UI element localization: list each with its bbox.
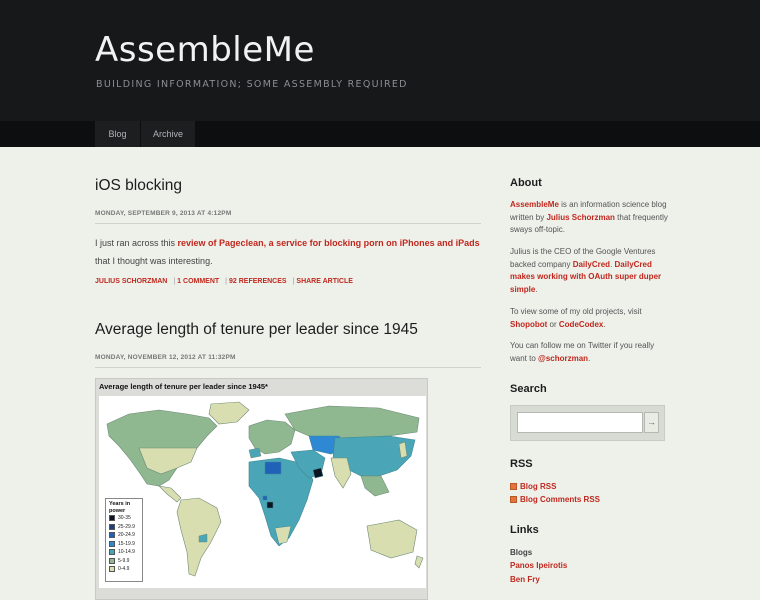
world-map-graphic bbox=[106, 401, 424, 577]
post-divider bbox=[95, 223, 481, 224]
about-text: . bbox=[603, 319, 606, 329]
about-text: . bbox=[588, 353, 591, 363]
meta-separator: | bbox=[225, 278, 227, 285]
links-subheading: Blogs bbox=[510, 548, 533, 557]
nav-item-archive[interactable]: Archive bbox=[140, 121, 195, 147]
legend-label: 0-4.9 bbox=[118, 566, 130, 573]
comments-rss-link[interactable]: Blog Comments RSS bbox=[510, 495, 600, 504]
about-paragraph: You can follow me on Twitter if you real… bbox=[510, 340, 670, 365]
legend-label: 10-14.9 bbox=[118, 549, 135, 556]
site-header: AssembleMe BUILDING INFORMATION; SOME AS… bbox=[0, 0, 760, 121]
legend-swatch bbox=[109, 515, 115, 522]
site-tagline: BUILDING INFORMATION; SOME ASSEMBLY REQU… bbox=[96, 79, 408, 90]
share-article-link[interactable]: SHARE ARTICLE bbox=[296, 278, 353, 285]
post-body-text: I just ran across this bbox=[95, 238, 178, 248]
rss-link-label: Blog RSS bbox=[520, 482, 557, 491]
map-oman bbox=[312, 467, 324, 479]
legend-label: 30-35 bbox=[118, 515, 131, 522]
twitter-link[interactable]: @schorzman bbox=[538, 354, 588, 363]
search-input[interactable] bbox=[517, 412, 643, 433]
nav-item-blog[interactable]: Blog bbox=[95, 121, 140, 147]
legend-item: 30-35 bbox=[109, 514, 139, 523]
legend-title: Years in power bbox=[109, 501, 131, 514]
sidebar-heading-search: Search bbox=[510, 383, 547, 395]
legend-swatch bbox=[109, 549, 115, 556]
legend-item: 5-9.9 bbox=[109, 557, 139, 566]
author-link[interactable]: Julius Schorzman bbox=[546, 213, 614, 222]
sidebar-heading-about: About bbox=[510, 177, 542, 189]
legend-item: 10-14.9 bbox=[109, 548, 139, 557]
link-ben-fry[interactable]: Ben Fry bbox=[510, 575, 540, 584]
legend-swatch bbox=[109, 540, 115, 547]
legend-item: 20-24.9 bbox=[109, 531, 139, 540]
map-australia bbox=[366, 519, 418, 559]
map-central-america bbox=[158, 485, 182, 503]
map-russia bbox=[284, 405, 420, 439]
link-panos-ipeirotis[interactable]: Panos Ipeirotis bbox=[510, 561, 567, 570]
about-paragraph: To view some of my old projects, visit S… bbox=[510, 306, 670, 331]
legend-swatch bbox=[109, 566, 115, 573]
post-references-link[interactable]: 92 REFERENCES bbox=[229, 278, 287, 285]
about-text: To view some of my old projects, visit bbox=[510, 307, 642, 316]
world-map: Years in power 30-35 25-29.9 20-24.9 15-19.… bbox=[99, 396, 426, 588]
legend-label: 25-29.9 bbox=[118, 523, 135, 530]
legend-swatch bbox=[109, 557, 115, 564]
post-comments-link[interactable]: 1 COMMENT bbox=[177, 278, 219, 285]
post-body-text: that I thought was interesting. bbox=[95, 256, 213, 266]
site-title[interactable]: AssembleMe bbox=[95, 30, 315, 70]
sidebar-heading-rss: RSS bbox=[510, 458, 533, 470]
blog-rss-link[interactable]: Blog RSS bbox=[510, 482, 556, 491]
post-date: MONDAY, NOVEMBER 12, 2012 AT 11:32PM bbox=[95, 354, 236, 361]
post-date: MONDAY, SEPTEMBER 9, 2013 AT 4:12PM bbox=[95, 210, 232, 217]
map-new-zealand bbox=[414, 555, 424, 569]
map-gabon bbox=[266, 501, 274, 509]
meta-separator: | bbox=[173, 278, 176, 285]
dailycred-link[interactable]: DailyCred bbox=[573, 260, 610, 269]
legend-rows: 30-35 25-29.9 20-24.9 15-19.9 10-14.9 5-9.9 0-… bbox=[109, 514, 139, 574]
about-text: . bbox=[535, 284, 538, 294]
rss-link-label: Blog Comments RSS bbox=[520, 495, 601, 504]
legend-item: 25-29.9 bbox=[109, 523, 139, 532]
main-nav: Blog Archive bbox=[0, 121, 760, 147]
map-india bbox=[330, 457, 352, 489]
post-body-link[interactable]: review of Pageclean, a service for block… bbox=[178, 238, 480, 248]
post-meta: JULIUS SCHORZMAN | 1 COMMENT | 92 REFERENCES… bbox=[95, 278, 353, 285]
legend-label: 20-24.9 bbox=[118, 532, 135, 539]
map-legend: Years in power 30-35 25-29.9 20-24.9 15-19.… bbox=[105, 498, 143, 582]
legend-item: 15-19.9 bbox=[109, 540, 139, 549]
meta-separator: | bbox=[292, 278, 295, 285]
main-content: iOS blocking MONDAY, SEPTEMBER 9, 2013 A… bbox=[95, 147, 481, 600]
post-body: I just ran across this review of Pagecle… bbox=[95, 234, 481, 270]
map-greenland bbox=[208, 401, 250, 425]
legend-item: 0-4.9 bbox=[109, 565, 139, 574]
about-paragraph: AssembleMe is an information science blo… bbox=[510, 199, 670, 237]
sidebar: About AssembleMe is an information scien… bbox=[510, 147, 670, 600]
about-link[interactable]: AssembleMe bbox=[510, 200, 559, 209]
codecodex-link[interactable]: CodeCodex bbox=[559, 320, 603, 329]
legend-swatch bbox=[109, 523, 115, 530]
post-divider bbox=[95, 367, 481, 368]
post-title[interactable]: iOS blocking bbox=[95, 177, 182, 195]
post-author-link[interactable]: JULIUS SCHORZMAN bbox=[95, 278, 167, 285]
legend-swatch bbox=[109, 532, 115, 539]
about-paragraph: Julius is the CEO of the Google Ventures… bbox=[510, 246, 670, 296]
sidebar-heading-links: Links bbox=[510, 524, 539, 536]
legend-label: 5-9.9 bbox=[118, 557, 130, 564]
map-spain bbox=[248, 447, 262, 459]
rss-icon bbox=[510, 483, 517, 490]
world-map-figure[interactable]: Average length of tenure per leader sinc… bbox=[95, 378, 428, 600]
post-title[interactable]: Average length of tenure per leader sinc… bbox=[95, 321, 418, 339]
legend-label: 15-19.9 bbox=[118, 540, 135, 547]
map-southeast-asia bbox=[360, 475, 390, 497]
rss-icon bbox=[510, 496, 517, 503]
search-button[interactable]: → bbox=[644, 412, 659, 433]
map-equatorial-guinea bbox=[262, 495, 268, 501]
shopobot-link[interactable]: Shopobot bbox=[510, 320, 547, 329]
map-libya bbox=[264, 461, 282, 475]
search-box: → bbox=[510, 405, 665, 441]
about-text: or bbox=[547, 319, 559, 329]
figure-title: Average length of tenure per leader sinc… bbox=[99, 382, 268, 391]
